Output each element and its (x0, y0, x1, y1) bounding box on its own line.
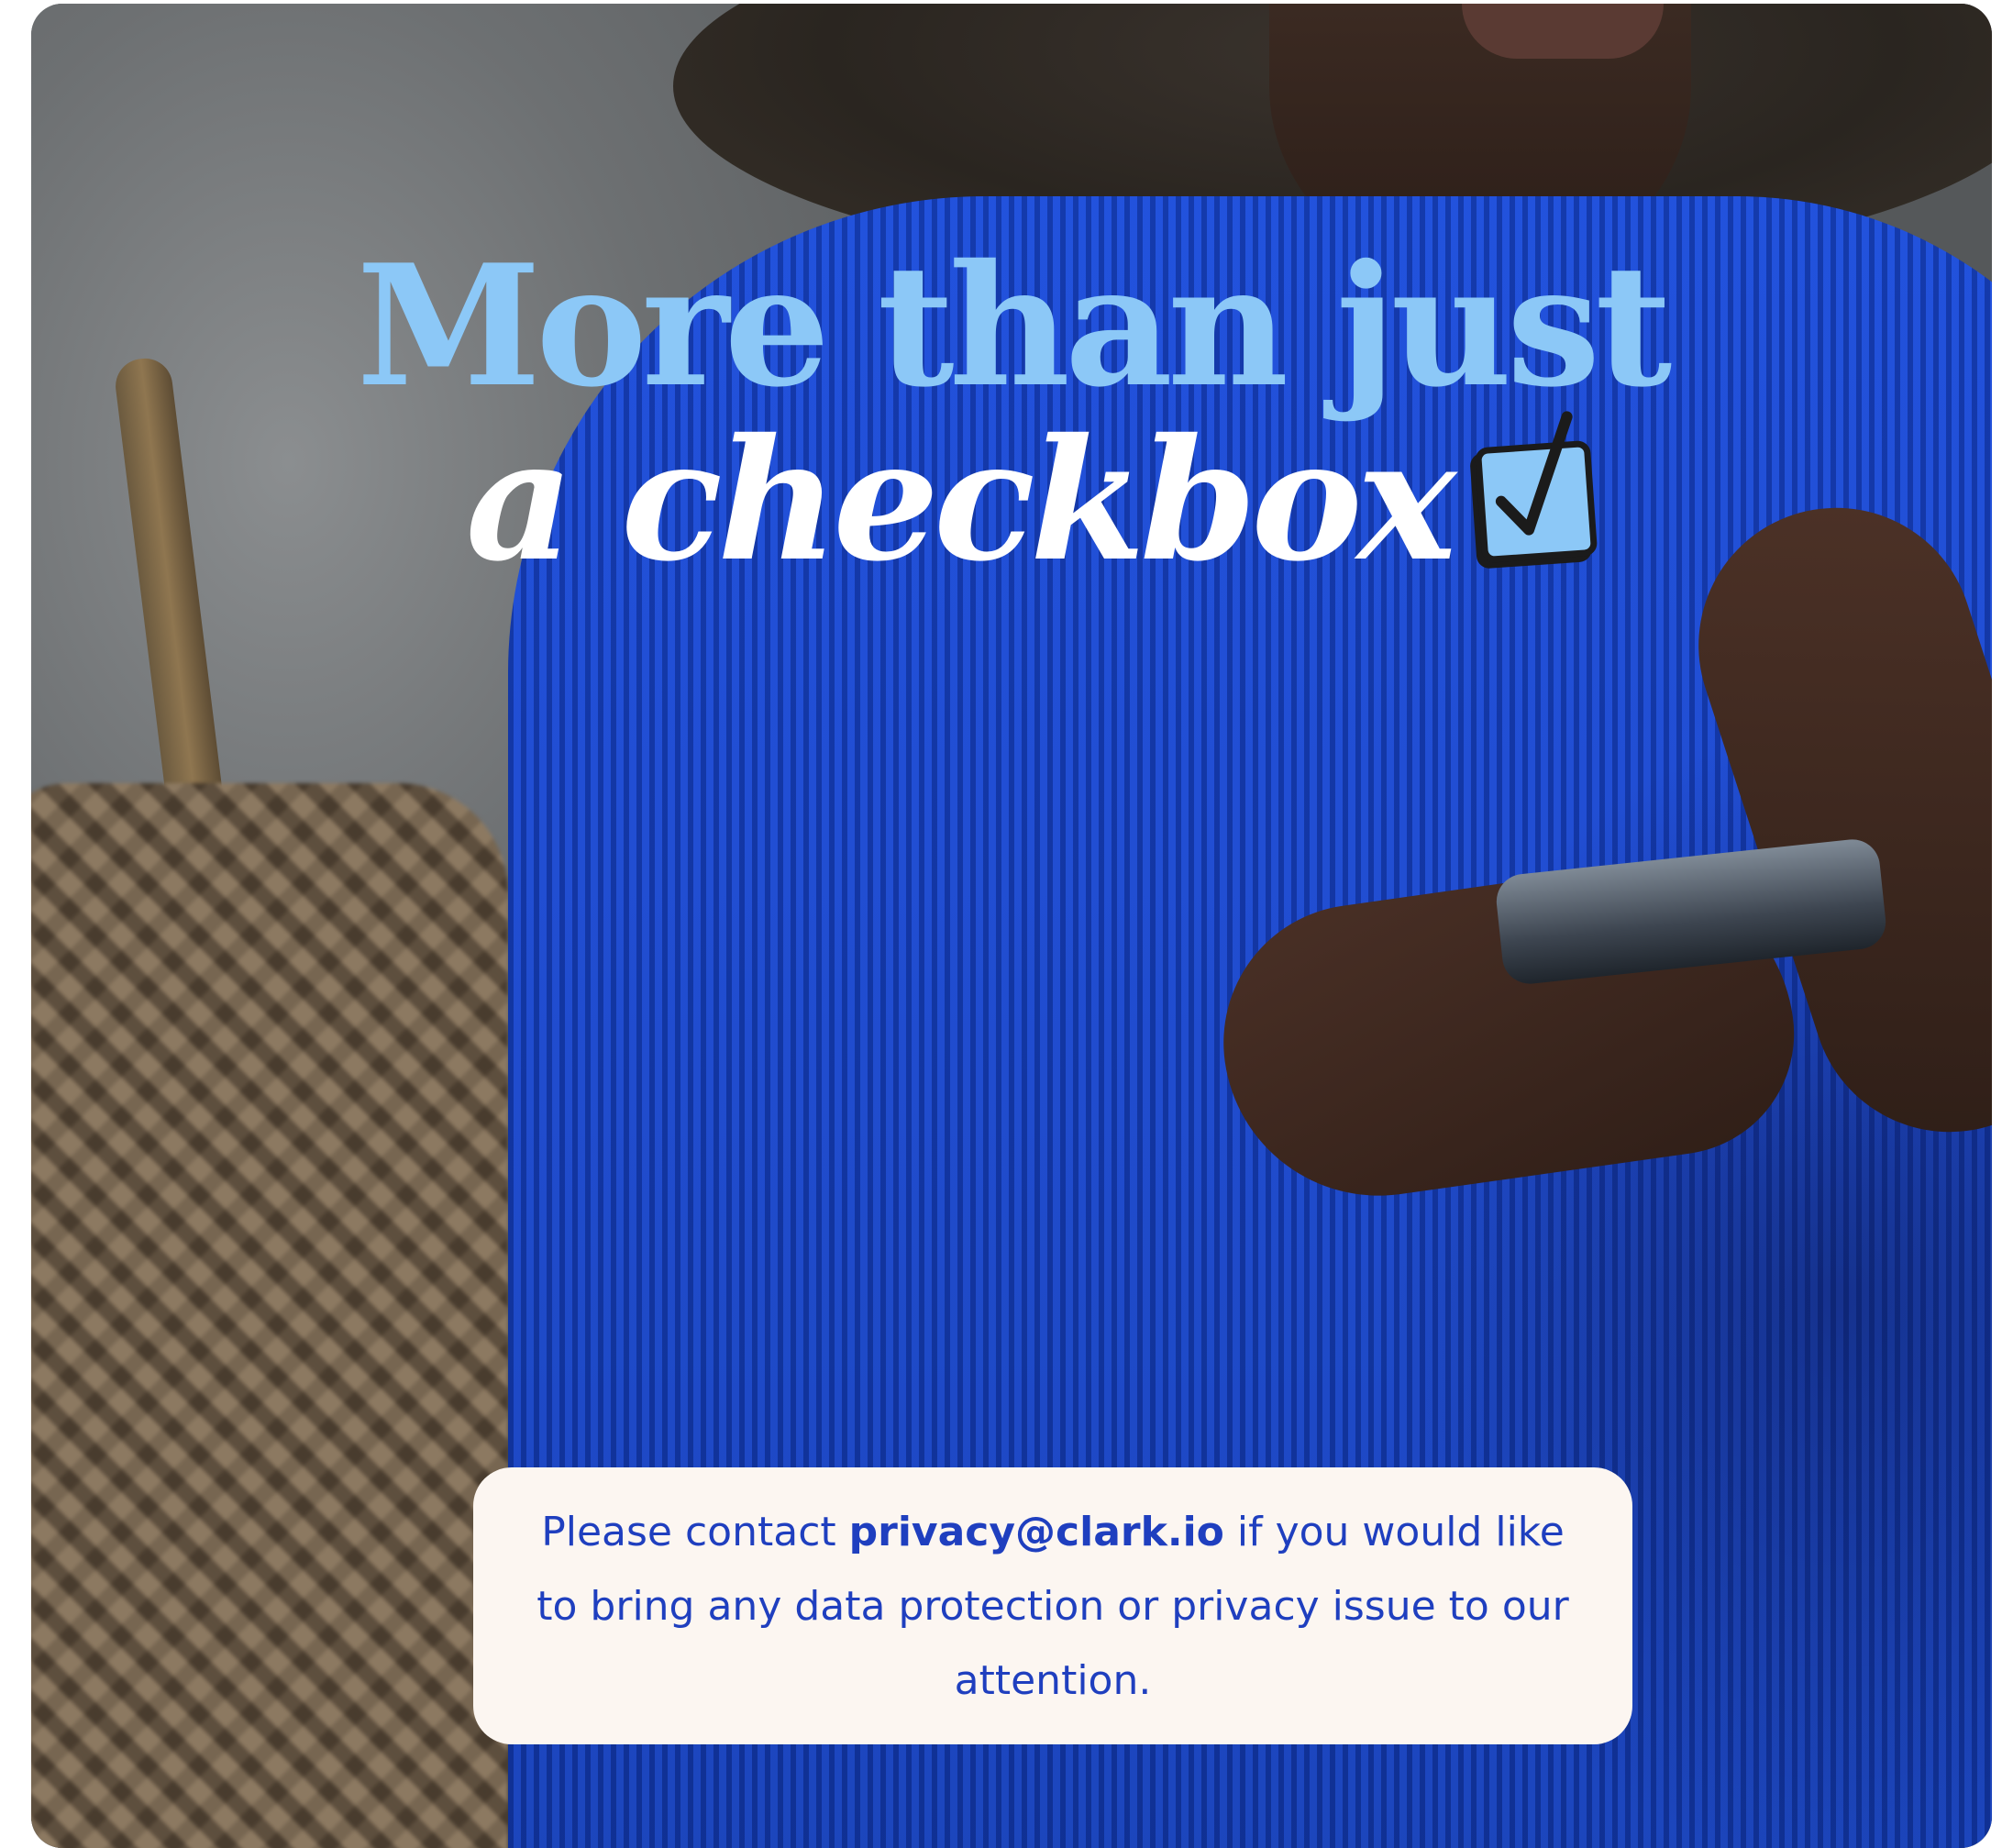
privacy-contact-box: Please contact privacy@clark.io if you w… (473, 1467, 1632, 1744)
photo-lips (1462, 4, 1664, 59)
hero-headline: More than just a checkbox (31, 242, 1992, 583)
hero-card: More than just a checkbox Please contact… (31, 4, 1992, 1848)
privacy-text-before: Please contact (541, 1508, 849, 1555)
photo-knitted-blanket (31, 783, 508, 1848)
headline-line-2: a checkbox (68, 411, 1992, 583)
headline-line-1: More than just (356, 227, 1673, 424)
privacy-email-link[interactable]: privacy@clark.io (849, 1509, 1224, 1555)
headline-line-2-text: a checkbox (465, 402, 1456, 598)
checkbox-checked-icon (1474, 411, 1598, 563)
privacy-contact-text: Please contact privacy@clark.io if you w… (528, 1495, 1577, 1718)
